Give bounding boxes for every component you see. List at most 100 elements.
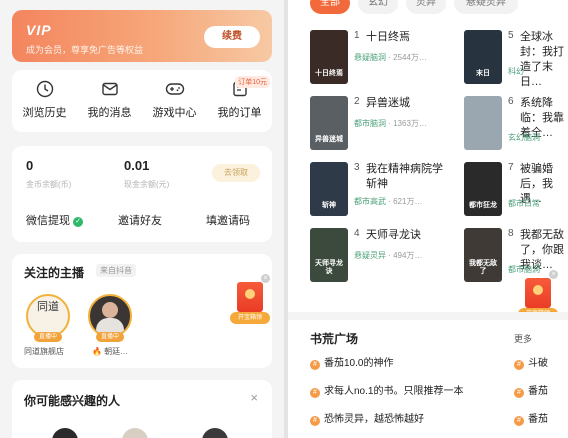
cover-title: 十日终焉 bbox=[315, 70, 343, 77]
hash-icon: # bbox=[514, 360, 524, 370]
book-cover: 末日 bbox=[464, 30, 502, 84]
cash-balance: 0.01 bbox=[124, 158, 150, 173]
topic-text: 番茄 bbox=[528, 414, 548, 425]
plaza-topic[interactable]: # 求每人no.1的书。只限推荐一本 bbox=[310, 382, 463, 398]
book-item[interactable]: 都市狂龙 7 被骗婚后，我遇… 都市日常 bbox=[464, 162, 568, 226]
close-icon[interactable]: × bbox=[261, 274, 270, 283]
orders-entry[interactable]: 订单10元 我的订单 bbox=[207, 70, 272, 132]
renew-button[interactable]: 续费 bbox=[204, 26, 260, 48]
vip-subtitle: 成为会员，尊享免广告等权益 bbox=[26, 45, 144, 55]
book-meta: 都市高武 · 621万… bbox=[354, 197, 423, 206]
book-rank: 2 bbox=[354, 96, 360, 107]
tab-fantasy[interactable]: 玄幻 bbox=[358, 0, 398, 14]
anchors-title: 关注的主播 bbox=[24, 266, 85, 280]
book-meta: 玄幻脑洞 bbox=[508, 132, 540, 143]
anchors-source-tag: 来自抖音 bbox=[96, 264, 136, 277]
book-cover bbox=[464, 96, 502, 150]
tab-all[interactable]: 全部 bbox=[310, 0, 350, 14]
wallet-card: 0 金币余额(币) 0.01 现金余额(元) 去领取 微信提现 ✓ 邀请好友 填邀… bbox=[12, 146, 272, 242]
book-item[interactable]: 末日 5 全球冰封：我打造了末日… 科幻 bbox=[464, 30, 568, 94]
book-readers: 621万… bbox=[393, 197, 423, 206]
plaza-topic[interactable]: # 恐怖灵异，越恐怖越好 bbox=[310, 410, 424, 426]
book-rank: 5 bbox=[508, 30, 514, 41]
vip-logo: VIP bbox=[26, 22, 52, 38]
coin-icon bbox=[533, 285, 543, 295]
book-rank: 3 bbox=[354, 162, 360, 173]
book-genre: 都市脑洞 bbox=[354, 119, 386, 128]
book-meta: 都市脑洞 · 1363万… bbox=[354, 119, 427, 128]
book-rank: 1 bbox=[354, 30, 360, 41]
book-cover: 十日终焉 bbox=[310, 30, 348, 84]
tab-suspense[interactable]: 悬疑灵异 bbox=[454, 0, 518, 14]
avatar-head bbox=[102, 302, 118, 318]
book-plaza: 书荒广场 更多 # 番茄10.0的神作 # 求每人no.1的书。只限推荐一本 # 恐怖… bbox=[288, 312, 568, 438]
book-item[interactable]: 斩神 3 我在精神病院学斩神 都市高武 · 621万… bbox=[310, 162, 444, 226]
enter-invite-code-link[interactable]: 填邀请码 bbox=[206, 212, 250, 228]
plaza-topic[interactable]: # 番茄 bbox=[514, 410, 548, 426]
book-meta: 科幻 bbox=[508, 66, 524, 77]
book-readers: 1363万… bbox=[393, 119, 427, 128]
plaza-topic[interactable]: # 番茄 bbox=[514, 382, 548, 398]
book-title: 十日终焉 bbox=[366, 31, 410, 43]
treasure-label: 开宝箱领 bbox=[230, 312, 270, 324]
wechat-withdraw-label: 微信提现 bbox=[26, 215, 70, 227]
book-cover: 异兽迷城 bbox=[310, 96, 348, 150]
treasure-float[interactable]: × 开宝箱领 bbox=[230, 274, 270, 326]
avatar[interactable] bbox=[122, 428, 148, 438]
cover-title: 天师寻龙诀 bbox=[315, 260, 343, 275]
avatar[interactable] bbox=[52, 428, 78, 438]
cover-title: 末日 bbox=[476, 70, 490, 77]
plaza-more-link[interactable]: 更多 bbox=[514, 332, 532, 345]
topic-text: 求每人no.1的书。只限推荐一本 bbox=[324, 386, 464, 397]
hash-icon: # bbox=[310, 416, 320, 426]
wechat-withdraw-link[interactable]: 微信提现 ✓ bbox=[26, 212, 83, 228]
profile-panel: VIP 成为会员，尊享免广告等权益 续费 浏览历史 我的消息 游戏中心 订单10… bbox=[0, 0, 284, 438]
suggested-people-card: 你可能感兴趣的人 × bbox=[12, 380, 272, 438]
book-meta: 悬疑脑洞 · 2544万… bbox=[354, 53, 427, 62]
close-icon[interactable]: × bbox=[549, 270, 558, 279]
book-rank: 7 bbox=[508, 162, 514, 173]
book-title: 全球冰封：我打造了末日… bbox=[520, 31, 564, 88]
book-meta: 悬疑灵异 · 494万… bbox=[354, 251, 423, 260]
cover-title: 都市狂龙 bbox=[469, 202, 497, 209]
anchor-name[interactable]: 同道旗舰店 bbox=[24, 346, 64, 357]
hash-icon: # bbox=[310, 360, 320, 370]
book-rank: 6 bbox=[508, 96, 514, 107]
book-item[interactable]: 十日终焉 1 十日终焉 悬疑脑洞 · 2544万… bbox=[310, 30, 444, 94]
anchor-name[interactable]: 🔥 朝廷… bbox=[92, 346, 128, 357]
vip-banner[interactable]: VIP 成为会员，尊享免广告等权益 续费 bbox=[12, 10, 272, 62]
coin-balance-label: 金币余额(币) bbox=[26, 180, 72, 189]
book-cover: 我都无敌了 bbox=[464, 228, 502, 282]
claim-button[interactable]: 去领取 bbox=[212, 164, 260, 182]
message-icon bbox=[101, 82, 118, 96]
book-title: 异兽迷城 bbox=[366, 97, 410, 109]
messages-entry[interactable]: 我的消息 bbox=[77, 70, 142, 132]
book-item[interactable]: 异兽迷城 2 异兽迷城 都市脑洞 · 1363万… bbox=[310, 96, 444, 160]
book-rank: 4 bbox=[354, 228, 360, 239]
book-genre: 科幻 bbox=[508, 67, 524, 76]
quick-actions: 浏览历史 我的消息 游戏中心 订单10元 我的订单 bbox=[12, 70, 272, 132]
plaza-topic[interactable]: # 番茄10.0的神作 bbox=[310, 354, 393, 370]
book-readers: 494万… bbox=[393, 251, 423, 260]
suggested-people-title: 你可能感兴趣的人 bbox=[24, 394, 121, 408]
game-center-entry[interactable]: 游戏中心 bbox=[142, 70, 207, 132]
topic-text: 斗破 bbox=[528, 358, 548, 369]
plaza-title: 书荒广场 bbox=[310, 332, 359, 346]
cover-title: 异兽迷城 bbox=[315, 136, 343, 143]
bookstore-panel: 全部 玄幻 灵异 悬疑灵异 十日终焉 1 十日终焉 悬疑脑洞 · 2544万… … bbox=[288, 0, 568, 438]
live-badge: 直播中 bbox=[96, 332, 124, 342]
invite-friends-link[interactable]: 邀请好友 bbox=[118, 212, 162, 228]
book-rank: 8 bbox=[508, 228, 514, 239]
book-title: 我在精神病院学斩神 bbox=[366, 163, 443, 190]
book-meta: 都市日常 bbox=[508, 198, 540, 209]
book-genre: 悬疑脑洞 bbox=[354, 53, 386, 62]
tab-supernatural[interactable]: 灵异 bbox=[406, 0, 446, 14]
close-icon[interactable]: × bbox=[250, 390, 258, 405]
messages-label: 我的消息 bbox=[87, 107, 132, 119]
plaza-topic[interactable]: # 斗破 bbox=[514, 354, 548, 370]
book-item[interactable]: 天师寻龙诀 4 天师寻龙诀 悬疑灵异 · 494万… bbox=[310, 228, 444, 292]
book-item[interactable]: 6 系统降临：我靠着全… 玄幻脑洞 bbox=[464, 96, 568, 160]
orders-badge: 订单10元 bbox=[235, 76, 270, 88]
history-entry[interactable]: 浏览历史 bbox=[12, 70, 77, 132]
avatar[interactable] bbox=[202, 428, 228, 438]
